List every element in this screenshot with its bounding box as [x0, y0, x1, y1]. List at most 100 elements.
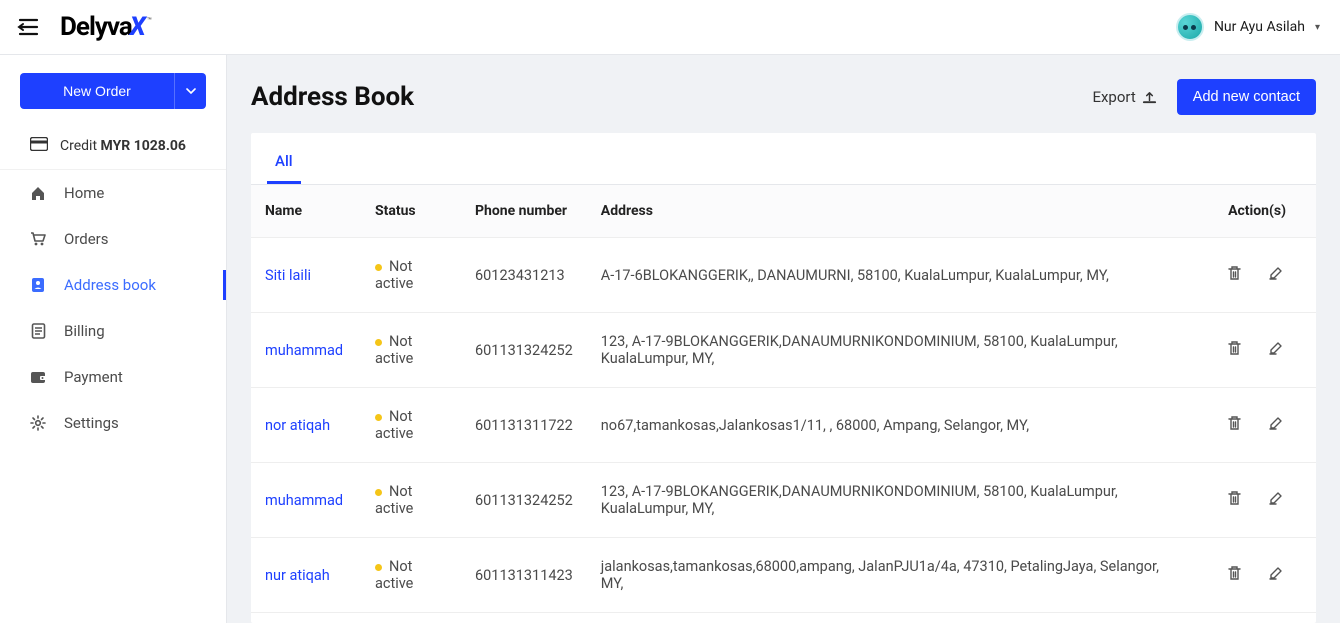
contacts-tbody: Siti lailiNot active60123431213A-17-6BLO…	[251, 238, 1316, 613]
contact-name-link[interactable]: Siti laili	[265, 267, 311, 284]
trash-icon	[1227, 415, 1242, 435]
phone-cell: 601131311423	[461, 538, 587, 613]
table-row: Siti laili Not active60123431213A-17-6BLO…	[251, 238, 1316, 313]
nav-label: Orders	[64, 230, 109, 248]
sidebar-item-settings[interactable]: Settings	[0, 400, 226, 446]
chevron-down-icon: ▾	[1315, 22, 1320, 33]
sidebar-item-payment[interactable]: Payment	[0, 354, 226, 400]
tab-all[interactable]: All	[265, 138, 303, 184]
card-icon	[30, 137, 48, 155]
nav-label: Address book	[64, 276, 156, 294]
new-order-dropdown[interactable]	[174, 73, 206, 109]
edit-icon	[1268, 415, 1284, 435]
contact-name-link[interactable]: nor atiqah	[265, 417, 330, 434]
tabs: All	[251, 133, 1316, 185]
delete-button[interactable]	[1224, 415, 1244, 435]
col-header-phone[interactable]: Phone number	[461, 185, 587, 238]
delete-button[interactable]	[1224, 265, 1244, 285]
sidebar-item-home[interactable]: Home	[0, 170, 226, 216]
sidebar-item-orders[interactable]: Orders	[0, 216, 226, 262]
address-cell: 123, A-17-9BLOKANGGERIK,DANAUMURNIKONDOM…	[587, 463, 1188, 538]
trash-icon	[1227, 340, 1242, 360]
phone-cell: 601131324252	[461, 463, 587, 538]
user-menu[interactable]: Nur Ayu Asilah ▾	[1176, 13, 1320, 41]
credit-balance[interactable]: Credit MYR 1028.06	[0, 125, 226, 170]
contacts-card: All Name Status Phone number Address Act…	[251, 133, 1316, 623]
nav-label: Payment	[64, 368, 123, 386]
sidebar-toggle-button[interactable]	[14, 13, 42, 41]
address-cell: jalankosas,tamankosas,68000,ampang, Jala…	[587, 538, 1188, 613]
upload-icon	[1142, 90, 1157, 105]
status-cell: Not active	[361, 388, 461, 463]
nav-label: Home	[64, 184, 104, 202]
status-dot-icon	[375, 264, 382, 271]
brand-text: Delyva	[60, 12, 132, 42]
nav-label: Settings	[64, 414, 119, 432]
col-header-actions: Action(s)	[1188, 185, 1316, 238]
status-cell: Not active	[361, 538, 461, 613]
status-dot-icon	[375, 414, 382, 421]
edit-icon	[1268, 565, 1284, 585]
status-cell: Not active	[361, 313, 461, 388]
wallet-icon	[30, 370, 46, 384]
edit-button[interactable]	[1266, 565, 1286, 585]
address-cell: A-17-6BLOKANGGERIK,, DANAUMURNI, 58100, …	[587, 238, 1188, 313]
main-content: Address Book Export Add new contact All	[227, 55, 1340, 623]
edit-button[interactable]	[1266, 490, 1286, 510]
app-header: DelyvaX™ Nur Ayu Asilah ▾	[0, 0, 1340, 55]
edit-button[interactable]	[1266, 415, 1286, 435]
contacts-table: Name Status Phone number Address Action(…	[251, 185, 1316, 613]
col-header-address[interactable]: Address	[587, 185, 1188, 238]
nav-list: Home Orders Address book Billing Payment Sett…	[0, 170, 226, 446]
contact-name-link[interactable]: nur atiqah	[265, 567, 330, 584]
status-dot-icon	[375, 564, 382, 571]
menu-icon	[17, 18, 39, 36]
sidebar-item-address-book[interactable]: Address book	[0, 262, 226, 308]
brand-tm: ™	[147, 16, 152, 25]
sidebar: New Order Credit MYR 1028.06 Home Orders A…	[0, 55, 227, 623]
table-row: muhammad Not active601131324252123, A-17-…	[251, 313, 1316, 388]
trash-icon	[1227, 490, 1242, 510]
col-header-status[interactable]: Status	[361, 185, 461, 238]
avatar	[1176, 13, 1204, 41]
edit-icon	[1268, 490, 1284, 510]
cart-icon	[30, 232, 46, 246]
edit-icon	[1268, 265, 1284, 285]
credit-prefix: Credit	[60, 138, 97, 154]
status-dot-icon	[375, 489, 382, 496]
export-label: Export	[1092, 88, 1135, 106]
chevron-down-icon	[186, 88, 196, 94]
trash-icon	[1227, 265, 1242, 285]
edit-button[interactable]	[1266, 340, 1286, 360]
table-row: muhammad Not active601131324252123, A-17-…	[251, 463, 1316, 538]
delete-button[interactable]	[1224, 340, 1244, 360]
delete-button[interactable]	[1224, 490, 1244, 510]
add-contact-button[interactable]: Add new contact	[1177, 79, 1316, 115]
status-cell: Not active	[361, 463, 461, 538]
table-row: nur atiqah Not active601131311423jalankos…	[251, 538, 1316, 613]
edit-icon	[1268, 340, 1284, 360]
nav-label: Billing	[64, 322, 105, 340]
brand-x-icon: X	[130, 12, 145, 42]
contact-icon	[30, 277, 46, 293]
col-header-name[interactable]: Name	[251, 185, 361, 238]
trash-icon	[1227, 565, 1242, 585]
new-order-button[interactable]: New Order	[20, 73, 174, 109]
status-dot-icon	[375, 339, 382, 346]
phone-cell: 60123431213	[461, 238, 587, 313]
export-button[interactable]: Export	[1092, 88, 1156, 106]
gear-icon	[30, 415, 46, 431]
contact-name-link[interactable]: muhammad	[265, 492, 343, 509]
sidebar-item-billing[interactable]: Billing	[0, 308, 226, 354]
phone-cell: 601131324252	[461, 313, 587, 388]
receipt-icon	[30, 323, 46, 339]
phone-cell: 601131311722	[461, 388, 587, 463]
credit-value: MYR 1028.06	[101, 138, 186, 154]
status-cell: Not active	[361, 238, 461, 313]
contact-name-link[interactable]: muhammad	[265, 342, 343, 359]
brand-logo: DelyvaX™	[60, 12, 152, 42]
edit-button[interactable]	[1266, 265, 1286, 285]
table-row: nor atiqahNot active601131311722no67,tam…	[251, 388, 1316, 463]
delete-button[interactable]	[1224, 565, 1244, 585]
address-cell: 123, A-17-9BLOKANGGERIK,DANAUMURNIKONDOM…	[587, 313, 1188, 388]
